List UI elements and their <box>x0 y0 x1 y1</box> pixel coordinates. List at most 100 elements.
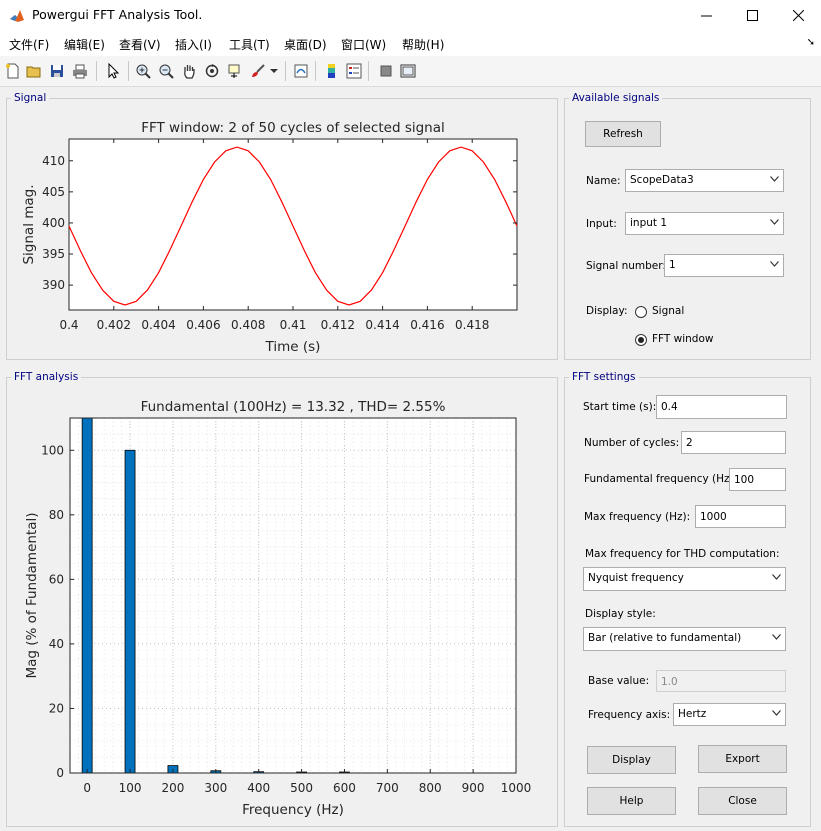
signal-y-tick-label: 405 <box>42 185 65 199</box>
show-tools-icon <box>400 64 416 78</box>
display-style-value: Bar (relative to fundamental) <box>588 632 742 644</box>
fft-x-tick-label: 500 <box>290 781 313 795</box>
fft-x-tick-label: 600 <box>333 781 356 795</box>
fft-x-tick-label: 200 <box>161 781 184 795</box>
fft-x-tick-label: 100 <box>119 781 142 795</box>
signal-plot-area <box>68 138 518 311</box>
menu-help[interactable]: 帮助(H) <box>402 36 444 53</box>
signal-y-tick-label: 390 <box>42 278 65 292</box>
thd-max-frequency-value: Nyquist frequency <box>588 572 684 584</box>
fft-x-tick-label: 700 <box>376 781 399 795</box>
brush-dropdown[interactable] <box>268 61 280 81</box>
new-file-icon <box>6 63 19 79</box>
pan-hand-icon <box>184 65 195 79</box>
chevron-down-icon <box>772 574 781 580</box>
minimize-icon <box>700 15 712 17</box>
input-select[interactable]: input 1 <box>625 212 784 235</box>
new-figure-button[interactable] <box>3 61 23 81</box>
signal-number-label: Signal number: <box>586 260 666 272</box>
title-bar: Powergui FFT Analysis Tool. <box>0 0 821 31</box>
display-style-select[interactable]: Bar (relative to fundamental) <box>583 627 786 651</box>
close-window-button[interactable] <box>775 0 821 31</box>
thd-max-frequency-select[interactable]: Nyquist frequency <box>583 567 786 591</box>
display-label: Display: <box>586 305 628 317</box>
name-select[interactable]: ScopeData3 <box>625 169 784 192</box>
pan-button[interactable] <box>179 61 199 81</box>
save-button[interactable] <box>47 61 67 81</box>
hide-tools-icon <box>380 65 392 77</box>
zoom-in-icon <box>136 64 151 79</box>
radio-fft-window[interactable] <box>635 334 647 346</box>
fft-analysis-panel-title: FFT analysis <box>11 370 82 384</box>
zoom-in-button[interactable] <box>133 61 153 81</box>
open-file-button[interactable] <box>24 61 44 81</box>
menu-edit[interactable]: 编辑(E) <box>64 36 105 53</box>
frequency-axis-label: Frequency axis: <box>588 709 671 721</box>
signal-x-tick-label: 0.414 <box>365 318 399 332</box>
signal-y-tick-label: 400 <box>42 216 65 230</box>
fft-x-tick-label: 300 <box>204 781 227 795</box>
rotate-3d-button[interactable] <box>202 61 222 81</box>
fft-x-tick-label: 0 <box>83 781 91 795</box>
minimize-button[interactable] <box>683 0 729 31</box>
frequency-axis-select[interactable]: Hertz <box>673 703 786 726</box>
print-button[interactable] <box>70 61 90 81</box>
close-button[interactable]: Close <box>698 787 787 815</box>
zoom-out-icon <box>159 64 174 79</box>
data-cursor-icon <box>228 64 240 78</box>
print-icon <box>73 64 87 79</box>
menu-view[interactable]: 查看(V) <box>119 36 161 53</box>
menu-insert[interactable]: 插入(I) <box>175 36 212 53</box>
fft-x-tick-label: 900 <box>462 781 485 795</box>
base-value-input[interactable]: 1.0 <box>656 670 786 692</box>
fundamental-frequency-input[interactable]: 100 <box>729 468 786 491</box>
fft-y-tick-label: 100 <box>41 443 64 457</box>
maximize-button[interactable] <box>729 0 775 31</box>
chevron-down-icon <box>772 634 781 640</box>
brush-button[interactable] <box>248 61 268 81</box>
display-style-label: Display style: <box>585 608 656 620</box>
zoom-out-button[interactable] <box>156 61 176 81</box>
colorbar-button[interactable] <box>322 61 342 81</box>
start-time-input[interactable]: 0.4 <box>656 395 787 419</box>
dropdown-arrow-icon <box>270 69 278 73</box>
maximize-icon <box>746 10 758 21</box>
data-cursor-button[interactable] <box>225 61 245 81</box>
colorbar-icon <box>328 64 335 78</box>
link-plot-button[interactable] <box>291 61 311 81</box>
hide-plot-tools-button[interactable] <box>376 61 396 81</box>
export-button[interactable]: Export <box>698 745 787 773</box>
signal-x-tick-label: 0.412 <box>321 318 355 332</box>
legend-button[interactable] <box>344 61 364 81</box>
display-button[interactable]: Display <box>587 746 676 774</box>
max-frequency-input[interactable]: 1000 <box>695 505 786 528</box>
signal-x-tick-label: 0.404 <box>141 318 175 332</box>
signal-panel-title: Signal <box>11 91 50 105</box>
radio-fft-window-label: FFT window <box>652 333 714 345</box>
fundamental-frequency-label: Fundamental frequency (Hz): <box>584 473 738 485</box>
signal-number-select-value: 1 <box>669 259 676 271</box>
menu-overflow-icon[interactable]: ➘ <box>807 37 815 48</box>
fft-x-tick-label: 1000 <box>501 781 532 795</box>
start-time-label: Start time (s): <box>583 401 657 413</box>
help-button[interactable]: Help <box>587 787 676 815</box>
cycles-input[interactable]: 2 <box>681 431 786 454</box>
signal-number-select[interactable]: 1 <box>664 254 784 277</box>
edit-plot-button[interactable] <box>103 61 123 81</box>
fft-y-tick-label: 40 <box>49 637 64 651</box>
max-frequency-label: Max frequency (Hz): <box>584 511 691 523</box>
radio-signal-label: Signal <box>652 305 685 317</box>
radio-signal[interactable] <box>635 306 647 318</box>
show-plot-tools-button[interactable] <box>398 61 418 81</box>
chevron-down-icon <box>770 261 779 267</box>
menu-desktop[interactable]: 桌面(D) <box>284 36 327 53</box>
menu-tools[interactable]: 工具(T) <box>229 36 270 53</box>
fft-x-axis-label: Frequency (Hz) <box>242 802 344 818</box>
refresh-button[interactable]: Refresh <box>585 121 661 147</box>
menu-window[interactable]: 窗口(W) <box>341 36 386 53</box>
signal-y-tick-label: 410 <box>42 154 65 168</box>
signal-chart-title: FFT window: 2 of 50 cycles of selected s… <box>141 120 445 136</box>
fft-x-tick-label: 800 <box>419 781 442 795</box>
fft-plot: 0 100 200 300 400 500 600 700 800 900 1000 0 20 40 60 8… <box>24 399 532 818</box>
menu-file[interactable]: 文件(F) <box>9 36 49 53</box>
